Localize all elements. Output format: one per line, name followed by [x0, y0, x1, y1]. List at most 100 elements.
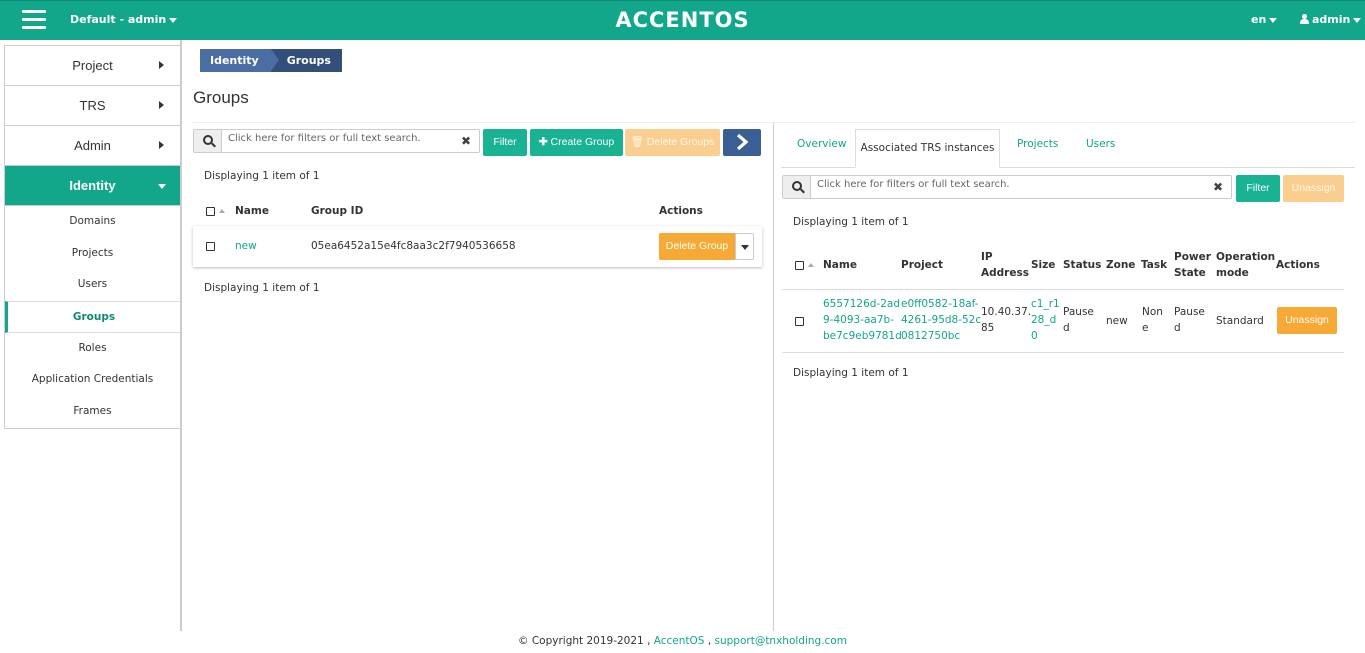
text-line: Non: [1142, 306, 1163, 318]
column-name[interactable]: Name: [235, 203, 269, 219]
actions-dropdown-toggle[interactable]: [735, 233, 754, 260]
sidebar-subitem-groups[interactable]: Groups: [5, 301, 180, 333]
sidebar: Project TRS Admin Identity Domains Proje…: [4, 45, 181, 429]
groups-displaying-bottom: Displaying 1 item of 1: [204, 282, 320, 294]
instance-operation-mode-value: Standard: [1216, 315, 1264, 327]
column-label: State: [1174, 267, 1206, 279]
tab-projects[interactable]: Projects: [1017, 138, 1058, 150]
select-all-instances-checkbox[interactable]: [795, 261, 804, 270]
user-menu[interactable]: admin: [1300, 13, 1362, 26]
text-line: Pause: [1063, 306, 1094, 318]
instances-filter-button[interactable]: Filter: [1236, 175, 1280, 202]
sidebar-subitem-users[interactable]: Users: [5, 269, 180, 301]
create-group-button[interactable]: ✚ Create Group: [530, 129, 623, 156]
sidebar-subitem-roles[interactable]: Roles: [5, 333, 180, 365]
instance-name-link[interactable]: 6557126d-2ad 9-4093-aa7b-be7c9eb9781d: [823, 296, 902, 344]
instance-project-link[interactable]: e0ff0582-18af- 4261-95d8-52c 0812750bc: [901, 296, 981, 344]
search-icon: [783, 176, 811, 198]
sort-icon: [808, 263, 814, 267]
text-line: 0812750bc: [901, 330, 961, 342]
group-id-value: 05ea6452a15e4fc8aa3c2f7940536658: [311, 240, 516, 252]
trash-icon: 🗑: [630, 136, 647, 148]
plus-icon: ✚: [538, 136, 551, 148]
instance-task-value: Non e: [1142, 304, 1163, 336]
tab-users[interactable]: Users: [1086, 138, 1115, 150]
row-checkbox[interactable]: [206, 242, 215, 251]
groups-filter-button[interactable]: Filter: [483, 129, 527, 156]
sidebar-item-identity[interactable]: Identity: [5, 166, 180, 206]
column-label: Operation: [1216, 251, 1276, 263]
breadcrumb-identity[interactable]: Identity: [200, 49, 279, 72]
text-line: Pause: [1174, 306, 1205, 318]
sidebar-item-trs[interactable]: TRS: [5, 86, 180, 126]
text-line: c1_r1: [1031, 298, 1060, 310]
tab-associated-trs-instances[interactable]: Associated TRS instances: [855, 129, 1000, 168]
column-power-state[interactable]: Power State: [1174, 249, 1211, 281]
column-operation-mode[interactable]: Operation mode: [1216, 249, 1275, 281]
column-actions: Actions: [1276, 259, 1320, 271]
column-project[interactable]: Project: [901, 257, 943, 273]
text-line: e0ff0582-18af-: [901, 298, 979, 310]
column-label: Power: [1174, 251, 1211, 263]
column-name[interactable]: Name: [823, 257, 857, 273]
sidebar-subitem-projects[interactable]: Projects: [5, 238, 180, 270]
title-divider: [193, 122, 1355, 123]
tab-overview[interactable]: Overview: [797, 138, 846, 150]
delete-group-button[interactable]: Delete Group: [659, 233, 735, 260]
support-email-link[interactable]: support@tnxholding.com: [715, 635, 847, 647]
text-line: 9-4093-aa7b-: [823, 314, 894, 326]
column-zone[interactable]: Zone: [1106, 257, 1135, 273]
text-line: 0: [1031, 330, 1038, 342]
chevron-down-icon: [158, 184, 166, 189]
search-icon: [194, 130, 222, 152]
instance-power-state-value: Pause d: [1174, 304, 1205, 336]
instance-zone-value: new: [1106, 315, 1128, 327]
instance-ip-value: 10.40.37. 85: [981, 304, 1031, 336]
groups-search-input[interactable]: [228, 133, 448, 144]
sidebar-item-project[interactable]: Project: [5, 46, 180, 86]
delete-groups-button[interactable]: 🗑 Delete Groups: [625, 129, 720, 156]
row-divider: [782, 289, 1344, 290]
language-selector[interactable]: en: [1251, 13, 1278, 26]
select-all-groups-checkbox[interactable]: [206, 207, 215, 216]
text-line: 6557126d-2ad: [823, 298, 900, 310]
groups-search-bar: ✖: [193, 129, 480, 153]
clear-icon[interactable]: ✖: [461, 134, 471, 148]
row-checkbox[interactable]: [795, 317, 804, 326]
sidebar-subitem-frames[interactable]: Frames: [5, 396, 180, 428]
sort-icon: [219, 209, 225, 213]
unassign-button[interactable]: Unassign: [1277, 307, 1337, 334]
sidebar-item-label: Admin: [74, 138, 111, 153]
instance-size-link[interactable]: c1_r1 28_d 0: [1031, 296, 1060, 344]
column-group-id[interactable]: Group ID: [311, 203, 363, 219]
instances-search-input[interactable]: [817, 179, 1207, 190]
sidebar-subitem-application-credentials[interactable]: Application Credentials: [5, 364, 180, 396]
column-task[interactable]: Task: [1141, 257, 1167, 273]
text-line: 85: [981, 322, 995, 334]
page-title: Groups: [193, 88, 249, 107]
text-line: 4261-95d8-52c: [901, 314, 982, 326]
column-label: IP: [981, 251, 993, 263]
brand-link[interactable]: AccentOS: [654, 635, 705, 647]
group-name-link[interactable]: new: [235, 238, 257, 254]
column-ip-address[interactable]: IP Address: [981, 249, 1029, 281]
chevron-down-icon: [1353, 17, 1362, 23]
delete-groups-label: Delete Groups: [646, 136, 715, 148]
sidebar-subitem-domains[interactable]: Domains: [5, 206, 180, 238]
sidebar-item-admin[interactable]: Admin: [5, 126, 180, 166]
breadcrumb: Identity Groups: [200, 49, 342, 72]
clear-icon[interactable]: ✖: [1213, 180, 1223, 194]
instance-status-value: Pause d: [1063, 304, 1094, 336]
column-status[interactable]: Status: [1063, 257, 1101, 273]
sidebar-item-label: TRS: [79, 98, 106, 113]
expand-panel-button[interactable]: [723, 129, 761, 156]
text-line: d: [1174, 322, 1181, 334]
column-size[interactable]: Size: [1031, 257, 1055, 273]
text-line: 28_d: [1031, 314, 1057, 326]
footer-separator: ,: [707, 635, 712, 647]
column-label: Address: [981, 267, 1029, 279]
unassign-all-button[interactable]: Unassign: [1283, 175, 1344, 202]
user-icon: [1300, 14, 1309, 24]
sidebar-divider: [180, 40, 182, 631]
top-navbar: Default - admin ACCENTOS en admin: [0, 0, 1365, 40]
